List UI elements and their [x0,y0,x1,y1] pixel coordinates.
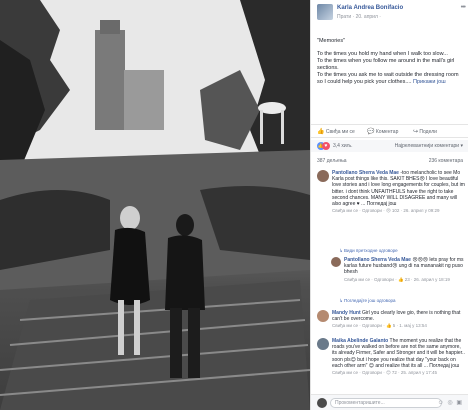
comment-sort-dropdown[interactable]: Најрелевантнији коментари ▾ [395,143,463,149]
post-caption: "Memories" To the times you hold my hand… [317,38,465,92]
comment-author[interactable]: Mandy Hunt [332,310,361,316]
comment-body: Mandy Hunt Girl you clearly love gio, th… [332,310,465,330]
view-previous-replies-link[interactable]: ↳ Види претходне одговоре [339,248,398,254]
author-avatar[interactable] [317,4,333,20]
photo-scene [0,0,310,410]
author-name[interactable]: Karla Andrea Bonifacio [337,5,403,11]
avatar [317,398,327,408]
post-meta: Прати · 20. април · [337,14,381,20]
caption-line: To the times you hold my hand when I wal… [317,51,459,85]
comment-actions[interactable]: Свиђа ми се · Одговори · 😊 72 · 25. апри… [332,370,465,376]
post-header: Karla Andrea Bonifacio Прати · 20. април… [317,4,466,22]
action-bar: 👍 Свиђа ми се 💬 Коментар ↪ Подели [311,124,468,138]
comment-author[interactable]: Pantollano Sherra Veda Mae [344,257,411,263]
love-reaction-icon[interactable]: ♥ [322,142,330,150]
comment-composer: Прокоментаришите... ☺ ◎ ▣ [311,394,468,410]
share-button[interactable]: ↪ Подели [413,128,437,135]
comment-actions[interactable]: Свиђа ми се · Одговори · 👍 23 · 26. апри… [344,277,465,283]
caption-line: "Memories" [317,38,346,44]
comment-body: Pantollano Sherra Veda Mae -too melancho… [332,170,465,214]
reactions-row: 👍 ♥ 3,4 хиљ. Најрелевантнији коментари ▾ [311,140,468,152]
comment-count[interactable]: 236 коментара [429,158,463,164]
stats-row: 387 дељења 236 коментара [311,156,468,166]
comment-author[interactable]: Pantollano Sherra Veda Mae [332,170,399,176]
comment-button[interactable]: 💬 Коментар [367,128,398,135]
comment-body: Pantollano Sherra Veda Mae 😢😢😢 lets pray… [344,257,465,283]
more-options-icon[interactable]: ••• [461,4,466,11]
share-icon: ↪ [413,129,419,135]
like-button[interactable]: 👍 Свиђа ми се [317,128,355,135]
comment-actions[interactable]: Свиђа ми се · Одговори · 👍 5 · 1. мај у … [332,323,465,329]
thumbs-up-icon: 👍 [317,129,325,135]
post-sidebar: Karla Andrea Bonifacio Прати · 20. април… [310,0,468,410]
reaction-count[interactable]: 3,4 хиљ. [333,143,353,149]
comment-actions[interactable]: Свиђа ми се · Одговори · 😢 102 · 26. апр… [332,208,465,214]
comment-input[interactable]: Прокоментаришите... [330,398,442,408]
emoji-camera-icons[interactable]: ☺ ◎ ▣ [438,399,463,406]
post-photo[interactable] [0,0,310,410]
avatar[interactable] [317,170,329,182]
comment-icon: 💬 [367,129,375,135]
see-more-link[interactable]: Прикажи још [413,79,446,85]
avatar[interactable] [317,310,329,322]
comment-author[interactable]: Maika Abelinde Galanto [332,338,388,344]
comment-text: -too melancholic to see Mo Karla post th… [332,170,465,208]
avatar[interactable] [331,257,341,267]
view-more-replies-link[interactable]: ↳ Погледајте још одговора [339,298,396,304]
comment-body: Maika Abelinde Galanto The moment you re… [332,338,465,376]
share-count[interactable]: 387 дељења [317,158,347,164]
avatar[interactable] [317,338,329,350]
